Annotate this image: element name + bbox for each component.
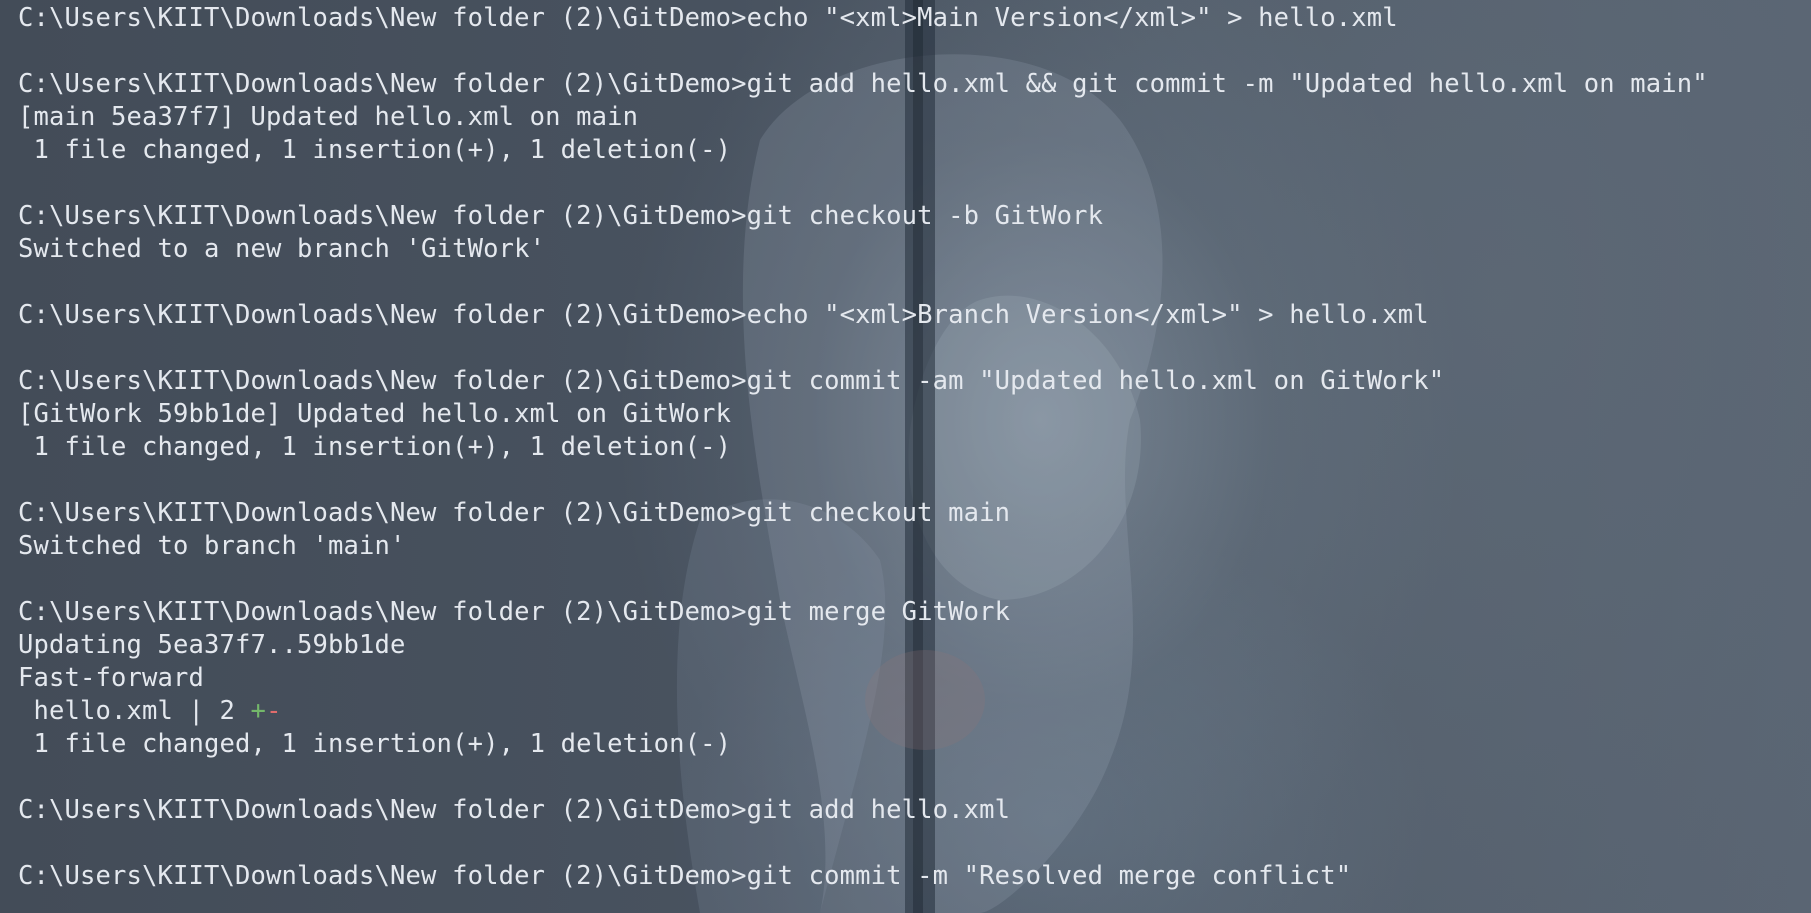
terminal-line: C:\Users\KIIT\Downloads\New folder (2)\G… (18, 498, 1011, 528)
diffstat-plus: + (250, 696, 267, 726)
terminal-line: C:\Users\KIIT\Downloads\New folder (2)\G… (18, 69, 1708, 99)
diffstat-line: hello.xml | 2 +- (18, 695, 1811, 728)
terminal-line: Updating 5ea37f7..59bb1de (18, 630, 406, 660)
terminal-line: [GitWork 59bb1de] Updated hello.xml on G… (18, 399, 732, 429)
terminal-line: Switched to branch 'main' (18, 531, 406, 561)
terminal-line: [main 5ea37f7] Updated hello.xml on main (18, 102, 639, 132)
diffstat-file-label: hello.xml | 2 (18, 696, 251, 726)
terminal-line: Switched to a new branch 'GitWork' (18, 234, 546, 264)
terminal-line: C:\Users\KIIT\Downloads\New folder (2)\G… (18, 366, 1445, 396)
terminal-line: 1 file changed, 1 insertion(+), 1 deleti… (18, 729, 732, 759)
terminal-line: C:\Users\KIIT\Downloads\New folder (2)\G… (18, 597, 1011, 627)
terminal-line: C:\Users\KIIT\Downloads\New folder (2)\G… (18, 201, 1104, 231)
terminal-line: C:\Users\KIIT\Downloads\New folder (2)\G… (18, 300, 1429, 330)
terminal-line: Fast-forward (18, 663, 205, 693)
terminal-line: C:\Users\KIIT\Downloads\New folder (2)\G… (18, 3, 1398, 33)
terminal-line: 1 file changed, 1 insertion(+), 1 deleti… (18, 135, 732, 165)
terminal-line: C:\Users\KIIT\Downloads\New folder (2)\G… (18, 861, 1352, 891)
diffstat-minus: - (266, 696, 282, 726)
terminal-line: 1 file changed, 1 insertion(+), 1 deleti… (18, 432, 732, 462)
terminal-line: C:\Users\KIIT\Downloads\New folder (2)\G… (18, 795, 1011, 825)
terminal-output: C:\Users\KIIT\Downloads\New folder (2)\G… (18, 2, 1811, 893)
